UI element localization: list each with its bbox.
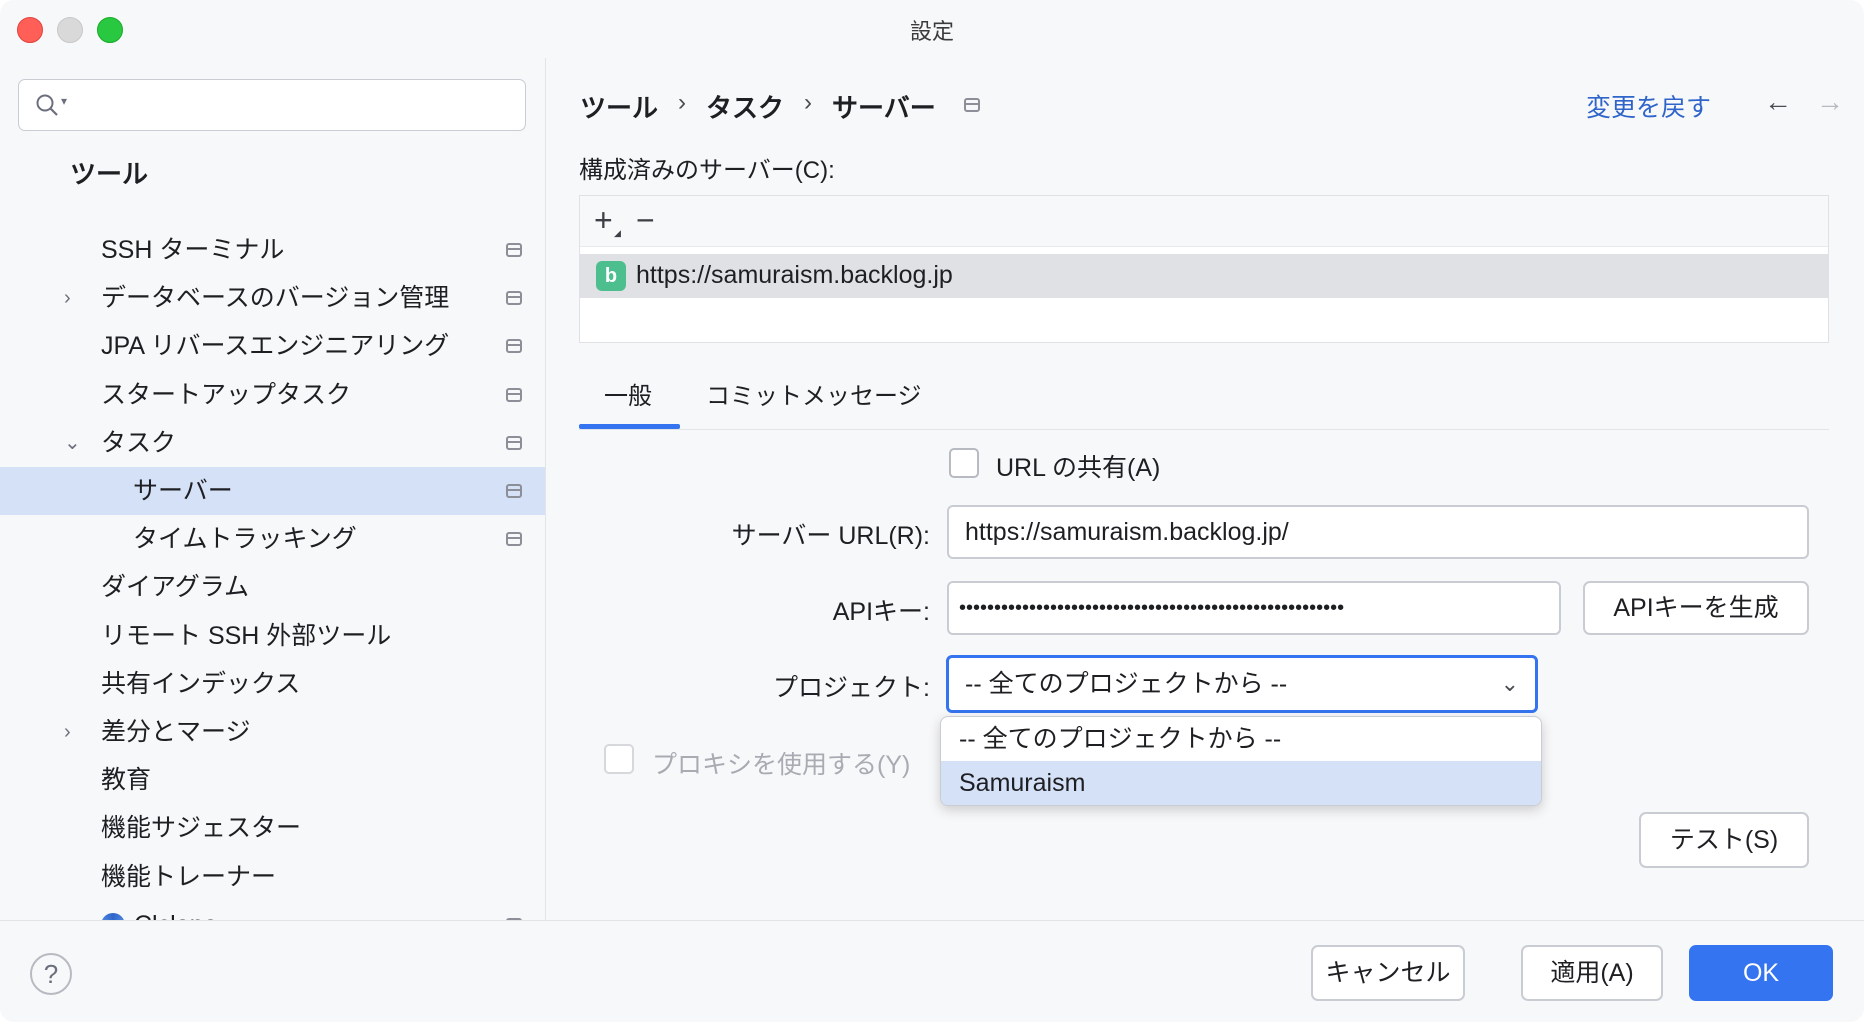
sidebar-item[interactable]: 機能サジェスター [0, 804, 545, 852]
sidebar-item-label: 機能サジェスター [101, 814, 302, 843]
remove-server-icon[interactable]: − [636, 202, 655, 239]
project-label: プロジェクト: [773, 674, 930, 702]
use-proxy-label: プロキシを使用する(Y) [652, 751, 911, 779]
chevron-right-icon[interactable]: › [64, 708, 71, 756]
breadcrumb-separator: › [804, 89, 812, 116]
sidebar-item-label: ダイアグラム [101, 573, 250, 602]
sidebar-item[interactable]: ダイアグラム [0, 563, 545, 611]
breadcrumb-servers: サーバー [832, 93, 936, 123]
configured-servers-label: 構成済みのサーバー(C): [579, 157, 835, 184]
sidebar-item[interactable]: SSH ターミナル [0, 226, 545, 274]
search-icon [36, 94, 58, 116]
revert-changes-link[interactable]: 変更を戻す [1586, 88, 1711, 124]
sidebar-item-label: SSH ターミナル [101, 236, 285, 264]
server-list-item-url: https://samuraism.backlog.jp [636, 261, 953, 289]
sidebar-item[interactable]: 共有インデックス [0, 660, 545, 708]
sidebar-item-label: 差分とマージ [101, 718, 251, 746]
settings-search-input[interactable]: ▾ [18, 79, 526, 131]
tab-general[interactable]: 一般 [604, 376, 652, 411]
sidebar-item-label: 共有インデックス [101, 669, 301, 698]
chevron-right-icon[interactable]: › [64, 901, 71, 920]
forward-arrow-icon[interactable]: → [1816, 86, 1844, 118]
share-url-checkbox[interactable] [949, 448, 979, 478]
sidebar-item[interactable]: リモート SSH 外部ツール [0, 612, 545, 660]
apply-button[interactable]: 適用(A) [1521, 945, 1663, 1001]
sidebar-item[interactable]: サーバー [0, 467, 545, 515]
project-scope-icon [506, 243, 522, 257]
generate-api-key-button[interactable]: APIキーを生成 [1583, 581, 1809, 635]
settings-sidebar: ▾ ツール SSH ターミナル › データベースのバージョン管理 JPA リバースエン… [0, 58, 546, 920]
tab-commit-message[interactable]: コミットメッセージ [706, 376, 922, 411]
test-connection-button[interactable]: テスト(S) [1639, 812, 1809, 868]
breadcrumb-tasks[interactable]: タスク [706, 88, 784, 125]
sidebar-item[interactable]: › 差分とマージ [0, 708, 545, 756]
sidebar-item-label: タイムトラッキング [133, 525, 357, 554]
sidebar-item-label: 教育 [101, 766, 152, 795]
breadcrumb-separator: › [678, 89, 686, 116]
sidebar-item-label: リモート SSH 外部ツール [101, 621, 392, 650]
api-key-field[interactable]: ••••••••••••••••••••••••••••••••••••••••… [947, 581, 1561, 635]
project-scope-icon [506, 532, 522, 547]
search-dropdown-icon[interactable]: ▾ [61, 94, 67, 108]
sidebar-item-label: JPA リバースエンジニアリング [101, 332, 450, 361]
server-list-item[interactable]: b https://samuraism.backlog.jp [580, 254, 1828, 298]
backlog-icon: b [596, 261, 626, 291]
sidebar-item-label: Clclone [134, 901, 217, 920]
sidebar-item[interactable]: ⌄ タスク [0, 419, 545, 467]
project-scope-icon [506, 291, 522, 306]
ok-button[interactable]: OK [1689, 945, 1833, 1001]
add-dropdown-icon: ◢ [614, 228, 621, 238]
project-dropdown-list: -- 全てのプロジェクトから -- Samuraism [940, 716, 1542, 806]
sidebar-item[interactable]: 機能トレーナー [0, 853, 545, 901]
chevron-right-icon[interactable]: › [64, 274, 71, 322]
help-icon[interactable]: ? [30, 953, 72, 995]
api-key-label: APIキー: [832, 598, 930, 626]
sidebar-item[interactable]: JPA リバースエンジニアリング [0, 322, 545, 370]
project-scope-icon [506, 484, 522, 498]
dropdown-option-samuraism[interactable]: Samuraism [941, 761, 1541, 805]
title-bar: 設定 [0, 0, 1864, 58]
sidebar-item[interactable]: 教育 [0, 756, 545, 804]
cancel-button[interactable]: キャンセル [1311, 945, 1465, 1001]
add-server-icon[interactable]: + [594, 202, 613, 239]
active-tab-indicator [579, 424, 680, 429]
chevron-down-icon[interactable]: ⌄ [64, 419, 81, 467]
server-list-panel: + ◢ − b https://samuraism.backlog.jp [579, 195, 1829, 343]
sidebar-item[interactable]: › Clclone [0, 901, 545, 920]
sidebar-item[interactable]: タイムトラッキング [0, 515, 545, 563]
sidebar-item-label: サーバー [133, 477, 233, 505]
breadcrumb-tools[interactable]: ツール [580, 88, 658, 125]
server-url-field[interactable]: https://samuraism.backlog.jp/ [947, 505, 1809, 559]
use-proxy-checkbox[interactable] [604, 744, 634, 774]
sidebar-item-label: タスク [101, 428, 177, 457]
sidebar-item-label: 機能トレーナー [101, 862, 277, 891]
tree-heading-tools: ツール [70, 159, 149, 189]
sidebar-item-label: スタートアップタスク [101, 380, 352, 409]
share-url-label: URL の共有(A) [996, 454, 1161, 482]
tab-divider [579, 429, 1829, 430]
sidebar-item[interactable]: › データベースのバージョン管理 [0, 274, 545, 322]
chevron-down-icon: ⌄ [1500, 671, 1519, 696]
project-scope-icon [964, 98, 980, 112]
project-select-value: -- 全てのプロジェクトから -- [965, 670, 1288, 698]
dialog-footer: ? キャンセル 適用(A) OK [0, 920, 1864, 1022]
sidebar-item[interactable]: スタートアップタスク [0, 371, 545, 419]
dropdown-option-all-projects[interactable]: -- 全てのプロジェクトから -- [941, 717, 1541, 761]
project-scope-icon [506, 339, 522, 354]
project-scope-icon [506, 435, 522, 450]
spiral-icon [101, 912, 125, 920]
server-url-label: サーバー URL(R): [731, 522, 930, 550]
sidebar-item-label: データベースのバージョン管理 [101, 284, 450, 313]
window-title: 設定 [909, 19, 954, 44]
project-scope-icon [506, 387, 522, 402]
back-arrow-icon[interactable]: ← [1764, 86, 1792, 118]
project-select[interactable]: -- 全てのプロジェクトから -- ⌄ [946, 655, 1538, 713]
server-list-toolbar: + ◢ − [580, 196, 1828, 247]
settings-window: 設定 ▾ ツール SSH ターミナル › データベースのバージョン管理 JPA リバー… [0, 0, 1864, 1022]
